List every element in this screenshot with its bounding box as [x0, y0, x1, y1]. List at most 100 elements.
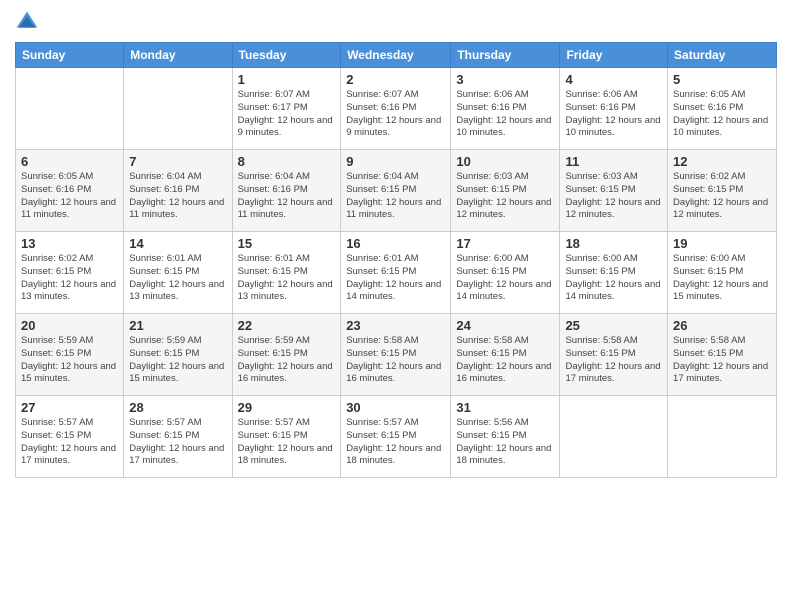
logo-icon [15, 10, 39, 34]
day-number: 5 [673, 72, 771, 87]
day-info: Sunrise: 5:59 AM Sunset: 6:15 PM Dayligh… [129, 335, 226, 386]
day-info: Sunrise: 6:02 AM Sunset: 6:15 PM Dayligh… [21, 253, 118, 304]
week-row-3: 13 Sunrise: 6:02 AM Sunset: 6:15 PM Dayli… [16, 232, 777, 314]
calendar-cell: 25Sunrise: 5:58 AM Sunset: 6:15 PM Dayli… [560, 314, 668, 396]
calendar-cell: 30 Sunrise: 5:57 AM Sunset: 6:15 PM Dayli… [341, 396, 451, 478]
calendar: SundayMondayTuesdayWednesdayThursdayFrid… [15, 42, 777, 478]
weekday-header-thursday: Thursday [451, 43, 560, 68]
day-info: Sunrise: 6:04 AM Sunset: 6:15 PM Dayligh… [346, 171, 445, 222]
day-info: Sunrise: 6:04 AM Sunset: 6:16 PM Dayligh… [238, 171, 336, 222]
day-number: 1 [238, 72, 336, 87]
day-info: Sunrise: 6:04 AM Sunset: 6:16 PM Dayligh… [129, 171, 226, 222]
calendar-cell: 28 Sunrise: 5:57 AM Sunset: 6:15 PM Dayli… [124, 396, 232, 478]
weekday-header-sunday: Sunday [16, 43, 124, 68]
day-info: Sunrise: 5:58 AM Sunset: 6:15 PM Dayligh… [673, 335, 771, 386]
day-number: 27 [21, 400, 118, 415]
calendar-cell: 4 Sunrise: 6:06 AM Sunset: 6:16 PM Daylig… [560, 68, 668, 150]
week-row-4: 20 Sunrise: 5:59 AM Sunset: 6:15 PM Dayli… [16, 314, 777, 396]
calendar-cell: 9 Sunrise: 6:04 AM Sunset: 6:15 PM Daylig… [341, 150, 451, 232]
calendar-cell: 16 Sunrise: 6:01 AM Sunset: 6:15 PM Dayli… [341, 232, 451, 314]
day-number: 9 [346, 154, 445, 169]
day-info: Sunrise: 6:01 AM Sunset: 6:15 PM Dayligh… [346, 253, 445, 304]
day-info: Sunrise: 6:07 AM Sunset: 6:16 PM Dayligh… [346, 89, 445, 140]
day-number: 24 [456, 318, 554, 333]
calendar-cell: 22 Sunrise: 5:59 AM Sunset: 6:15 PM Dayli… [232, 314, 341, 396]
day-info: Sunrise: 6:01 AM Sunset: 6:15 PM Dayligh… [238, 253, 336, 304]
day-info: Sunrise: 5:58 AM Sunset: 6:15 PM Dayligh… [346, 335, 445, 386]
day-info: Sunrise: 5:57 AM Sunset: 6:15 PM Dayligh… [346, 417, 445, 468]
day-number: 28 [129, 400, 226, 415]
day-info: Sunrise: 6:05 AM Sunset: 6:16 PM Dayligh… [673, 89, 771, 140]
day-info: Sunrise: 6:00 AM Sunset: 6:15 PM Dayligh… [456, 253, 554, 304]
week-row-1: 1 Sunrise: 6:07 AM Sunset: 6:17 PM Daylig… [16, 68, 777, 150]
day-info: Sunrise: 6:02 AM Sunset: 6:15 PM Dayligh… [673, 171, 771, 222]
day-number: 23 [346, 318, 445, 333]
calendar-cell: 17 Sunrise: 6:00 AM Sunset: 6:15 PM Dayli… [451, 232, 560, 314]
calendar-cell: 3 Sunrise: 6:06 AM Sunset: 6:16 PM Daylig… [451, 68, 560, 150]
calendar-cell [560, 396, 668, 478]
page: SundayMondayTuesdayWednesdayThursdayFrid… [0, 0, 792, 612]
calendar-cell: 29 Sunrise: 5:57 AM Sunset: 6:15 PM Dayli… [232, 396, 341, 478]
day-info: Sunrise: 5:59 AM Sunset: 6:15 PM Dayligh… [238, 335, 336, 386]
day-info: Sunrise: 6:07 AM Sunset: 6:17 PM Dayligh… [238, 89, 336, 140]
day-info: Sunrise: 6:03 AM Sunset: 6:15 PM Dayligh… [565, 171, 662, 222]
weekday-header-friday: Friday [560, 43, 668, 68]
day-number: 30 [346, 400, 445, 415]
week-row-5: 27 Sunrise: 5:57 AM Sunset: 6:15 PM Dayli… [16, 396, 777, 478]
weekday-header-wednesday: Wednesday [341, 43, 451, 68]
calendar-cell: 2Sunrise: 6:07 AM Sunset: 6:16 PM Daylig… [341, 68, 451, 150]
day-number: 4 [565, 72, 662, 87]
logo [15, 10, 43, 34]
day-number: 29 [238, 400, 336, 415]
day-info: Sunrise: 5:58 AM Sunset: 6:15 PM Dayligh… [456, 335, 554, 386]
calendar-cell: 12 Sunrise: 6:02 AM Sunset: 6:15 PM Dayli… [668, 150, 777, 232]
day-number: 12 [673, 154, 771, 169]
day-info: Sunrise: 5:56 AM Sunset: 6:15 PM Dayligh… [456, 417, 554, 468]
day-number: 18 [565, 236, 662, 251]
day-number: 22 [238, 318, 336, 333]
day-number: 31 [456, 400, 554, 415]
day-info: Sunrise: 6:03 AM Sunset: 6:15 PM Dayligh… [456, 171, 554, 222]
day-number: 7 [129, 154, 226, 169]
day-number: 16 [346, 236, 445, 251]
calendar-cell: 7 Sunrise: 6:04 AM Sunset: 6:16 PM Daylig… [124, 150, 232, 232]
header [15, 10, 777, 34]
day-number: 17 [456, 236, 554, 251]
day-info: Sunrise: 6:06 AM Sunset: 6:16 PM Dayligh… [565, 89, 662, 140]
day-number: 20 [21, 318, 118, 333]
calendar-cell: 21 Sunrise: 5:59 AM Sunset: 6:15 PM Dayli… [124, 314, 232, 396]
day-number: 19 [673, 236, 771, 251]
day-number: 25 [565, 318, 662, 333]
day-info: Sunrise: 6:05 AM Sunset: 6:16 PM Dayligh… [21, 171, 118, 222]
calendar-cell: 6Sunrise: 6:05 AM Sunset: 6:16 PM Daylig… [16, 150, 124, 232]
day-info: Sunrise: 6:01 AM Sunset: 6:15 PM Dayligh… [129, 253, 226, 304]
calendar-cell [668, 396, 777, 478]
day-number: 15 [238, 236, 336, 251]
calendar-cell: 1 Sunrise: 6:07 AM Sunset: 6:17 PM Daylig… [232, 68, 341, 150]
day-number: 8 [238, 154, 336, 169]
calendar-cell: 23 Sunrise: 5:58 AM Sunset: 6:15 PM Dayli… [341, 314, 451, 396]
day-info: Sunrise: 6:06 AM Sunset: 6:16 PM Dayligh… [456, 89, 554, 140]
weekday-header-tuesday: Tuesday [232, 43, 341, 68]
day-number: 3 [456, 72, 554, 87]
weekday-header-saturday: Saturday [668, 43, 777, 68]
calendar-cell: 13 Sunrise: 6:02 AM Sunset: 6:15 PM Dayli… [16, 232, 124, 314]
day-info: Sunrise: 5:57 AM Sunset: 6:15 PM Dayligh… [129, 417, 226, 468]
calendar-cell: 8 Sunrise: 6:04 AM Sunset: 6:16 PM Daylig… [232, 150, 341, 232]
day-info: Sunrise: 5:57 AM Sunset: 6:15 PM Dayligh… [238, 417, 336, 468]
calendar-cell: 26 Sunrise: 5:58 AM Sunset: 6:15 PM Dayli… [668, 314, 777, 396]
day-number: 13 [21, 236, 118, 251]
calendar-cell: 24 Sunrise: 5:58 AM Sunset: 6:15 PM Dayli… [451, 314, 560, 396]
day-number: 21 [129, 318, 226, 333]
day-info: Sunrise: 6:00 AM Sunset: 6:15 PM Dayligh… [673, 253, 771, 304]
day-number: 26 [673, 318, 771, 333]
day-number: 14 [129, 236, 226, 251]
calendar-cell: 18 Sunrise: 6:00 AM Sunset: 6:15 PM Dayli… [560, 232, 668, 314]
calendar-cell: 5 Sunrise: 6:05 AM Sunset: 6:16 PM Daylig… [668, 68, 777, 150]
calendar-cell: 20Sunrise: 5:59 AM Sunset: 6:15 PM Dayli… [16, 314, 124, 396]
day-info: Sunrise: 6:00 AM Sunset: 6:15 PM Dayligh… [565, 253, 662, 304]
day-number: 11 [565, 154, 662, 169]
week-row-2: 6Sunrise: 6:05 AM Sunset: 6:16 PM Daylig… [16, 150, 777, 232]
weekday-header-monday: Monday [124, 43, 232, 68]
calendar-cell: 31 Sunrise: 5:56 AM Sunset: 6:15 PM Dayli… [451, 396, 560, 478]
